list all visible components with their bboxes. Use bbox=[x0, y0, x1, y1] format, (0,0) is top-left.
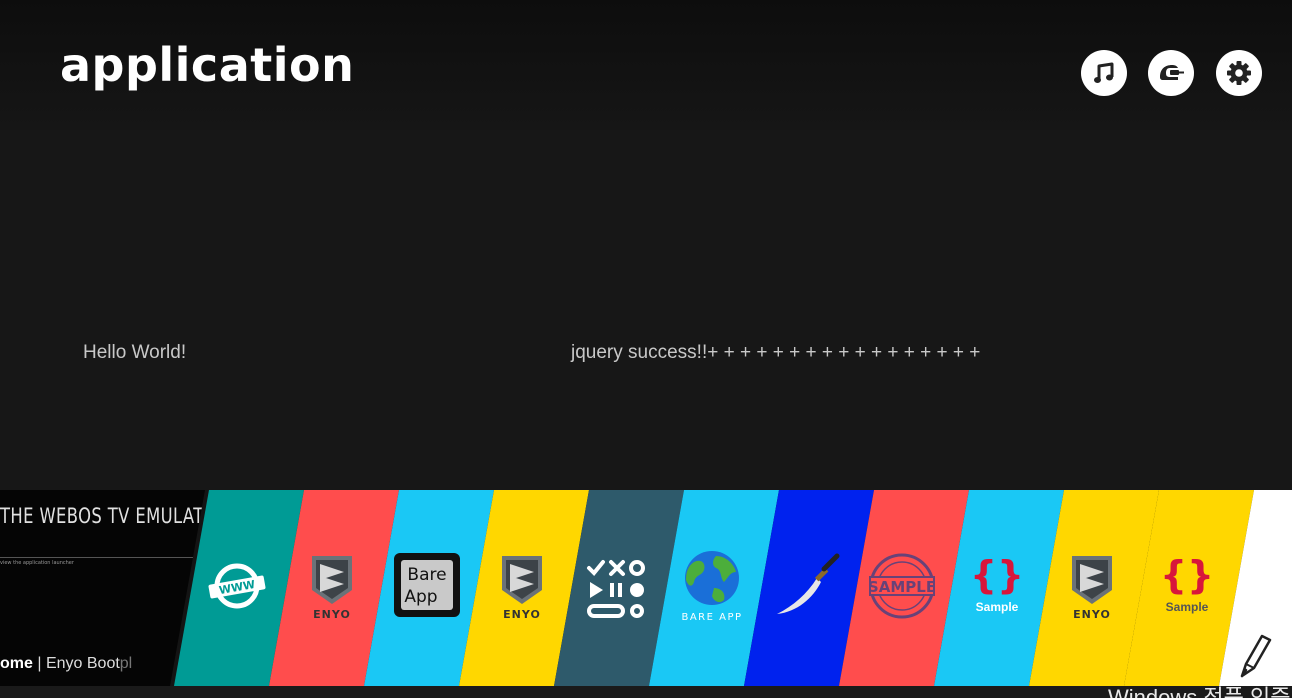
page-title: application bbox=[60, 38, 355, 92]
recent-app-preview[interactable]: THE WEBOS TV EMULATOR view the applicati… bbox=[0, 490, 205, 686]
recent-footer-sep: | Enyo Boot bbox=[32, 655, 120, 672]
svg-text:Bare: Bare bbox=[407, 565, 446, 585]
svg-text:Sample: Sample bbox=[1166, 600, 1209, 614]
sword-icon[interactable] bbox=[769, 548, 845, 624]
svg-text:WWW: WWW bbox=[218, 578, 256, 597]
bottom-strip: Windows 정품 인증 bbox=[0, 686, 1292, 698]
bare-app-icon[interactable]: Bare App bbox=[389, 548, 465, 624]
enyo-icon[interactable]: ENYO bbox=[484, 548, 560, 624]
music-icon bbox=[1094, 62, 1114, 83]
windows-activation-text: Windows 정품 인증 bbox=[1108, 686, 1290, 698]
braces-icon[interactable]: {} Sample bbox=[1149, 548, 1225, 624]
svg-text:App: App bbox=[404, 587, 437, 607]
hello-world-text: Hello World! bbox=[83, 342, 187, 363]
app-launcher-bar: THE WEBOS TV EMULATOR view the applicati… bbox=[0, 490, 1292, 686]
svg-text:BARE APP: BARE APP bbox=[681, 612, 742, 623]
recent-app-title: THE WEBOS TV EMULATOR bbox=[0, 504, 205, 528]
svg-text:{}: {} bbox=[1160, 553, 1214, 597]
globe-icon[interactable]: BARE APP bbox=[674, 548, 750, 624]
recent-divider bbox=[0, 557, 205, 558]
svg-text:SAMPLE: SAMPLE bbox=[868, 578, 936, 596]
music-button[interactable] bbox=[1081, 50, 1127, 96]
svg-text:ENYO: ENYO bbox=[503, 608, 541, 621]
recent-app-subtitle: view the application launcher bbox=[0, 560, 74, 566]
svg-text:ENYO: ENYO bbox=[1073, 608, 1111, 621]
recent-app-footer: ome | Enyo Bootpl bbox=[0, 655, 132, 673]
sample-stamp-icon[interactable]: SAMPLE bbox=[864, 548, 940, 624]
enyo-icon[interactable]: ENYO bbox=[294, 548, 370, 624]
input-button[interactable] bbox=[1148, 50, 1194, 96]
settings-icon bbox=[1227, 61, 1251, 85]
svg-text:ENYO: ENYO bbox=[313, 608, 351, 621]
settings-button[interactable] bbox=[1216, 50, 1262, 96]
recent-footer-home: ome bbox=[0, 655, 33, 672]
svg-text:Sample: Sample bbox=[976, 600, 1019, 614]
jquery-status-text: jquery success!!+ + + + + + + + + + + + … bbox=[571, 342, 981, 363]
www-icon[interactable]: WWW bbox=[199, 548, 275, 624]
enyo-icon[interactable]: ENYO bbox=[1054, 548, 1130, 624]
recent-footer-tail: pl bbox=[119, 655, 133, 672]
input-icon bbox=[1160, 65, 1184, 80]
pencil-icon[interactable] bbox=[1222, 622, 1282, 682]
braces-icon[interactable]: {} Sample bbox=[959, 548, 1035, 624]
media-controls-icon[interactable] bbox=[579, 548, 655, 624]
svg-text:{}: {} bbox=[970, 553, 1024, 597]
